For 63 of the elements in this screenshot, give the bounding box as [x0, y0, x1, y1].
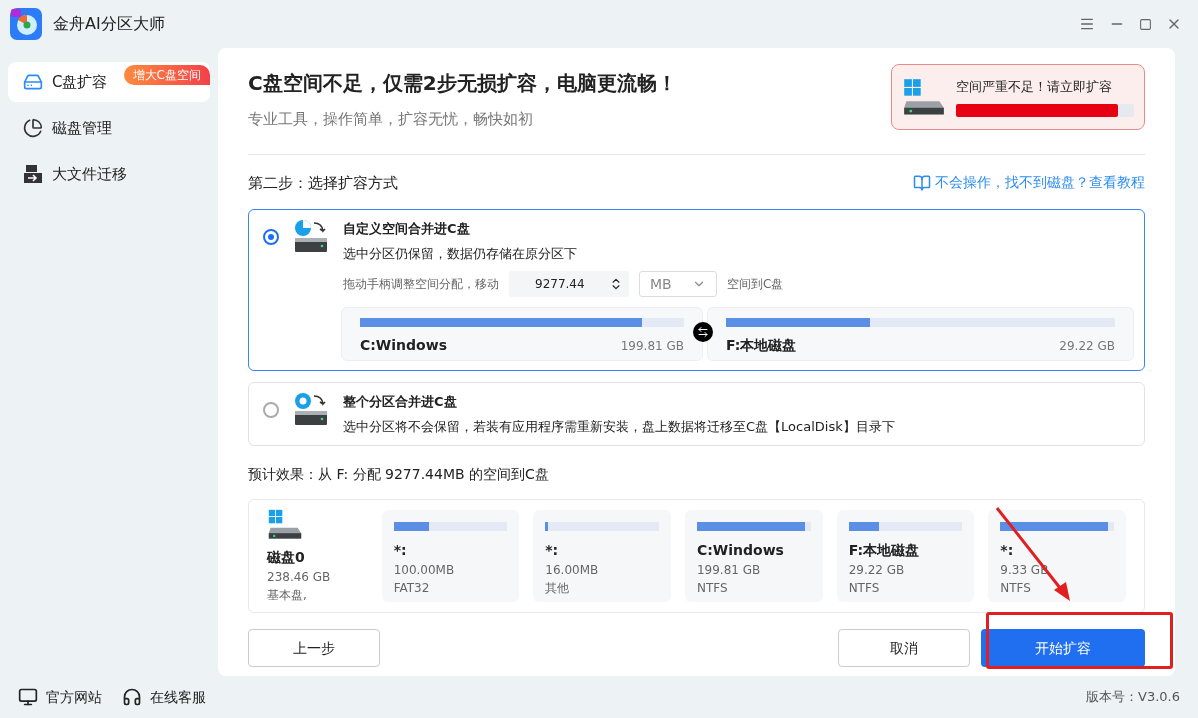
page-title: C盘空间不足，仅需2步无损扩容，电脑更流畅！ [248, 70, 677, 97]
file-system: NTFS [1000, 580, 1032, 597]
radio-button[interactable] [263, 229, 279, 245]
app-title: 金舟AI分区大师 [53, 13, 165, 35]
option-title: 自定义空间合并进C盘 [343, 220, 471, 238]
radio-button[interactable] [263, 402, 279, 418]
tutorial-link[interactable]: 不会操作，找不到磁盘？查看教程 [913, 172, 1145, 194]
disk-size: 238.46 GB [267, 568, 332, 586]
page-subtitle: 专业工具，操作简单，扩容无忧，畅快如初 [248, 109, 534, 130]
partition-name: F:本地磁盘 [726, 336, 797, 355]
headset-icon [122, 687, 142, 707]
partition-name: *: [393, 541, 408, 560]
file-system: NTFS [848, 580, 881, 597]
partition-size: 29.22 GB [1059, 338, 1115, 355]
footer-link[interactable]: 在线客服 [122, 686, 206, 708]
cancel-button[interactable]: 取消 [838, 629, 970, 667]
option-description: 选中分区将不会保留，若装有应用程序需重新安装，盘上数据将迁移至C盘【LocalDisk】目录下 [343, 417, 896, 436]
sidebar-item[interactable]: 磁盘管理 [8, 108, 210, 148]
menu-icon[interactable] [1079, 16, 1095, 32]
monitor-icon [18, 687, 38, 707]
amount-field[interactable]: 9277.44 [509, 271, 629, 297]
option-card[interactable]: 整个分区合并进C盘 选中分区将不会保留，若装有应用程序需重新安装，盘上数据将迁移至C盘【LocalDisk】目录下 [248, 382, 1145, 446]
option-card[interactable]: 自定义空间合并进C盘 选中分区仍保留，数据仍存储在原分区下 拖动手柄调整空间分配，移动 9277.44 MB 空间到C盘 C:Windows 199.81 GB F:本地磁盘 29.22 GB [248, 209, 1145, 371]
sidebar-item[interactable]: C盘扩容 增大C盘空间 [8, 62, 210, 102]
promo-badge: 增大C盘空间 [123, 65, 210, 85]
option-description: 选中分区仍保留，数据仍存储在原分区下 [343, 244, 578, 263]
partition-size: 29.22 GB [848, 562, 906, 579]
move-suffix: 空间到C盘 [727, 276, 784, 293]
pie-chart-icon [23, 118, 43, 138]
drive-icon [23, 72, 43, 92]
partition-size: 100.00MB [393, 562, 456, 579]
partition-size: 199.81 GB [620, 338, 684, 355]
app-logo [10, 8, 42, 40]
partition-merge-icon [293, 392, 329, 426]
version-label: 版本号：V3.0.6 [1086, 688, 1180, 707]
maximize-icon[interactable] [1139, 17, 1152, 31]
partition-merge-icon [293, 219, 329, 253]
file-system: 其他 [545, 580, 571, 597]
alert-text: 空间严重不足！请立即扩容 [956, 78, 1113, 97]
move-label: 拖动手柄调整空间分配，移动 [343, 276, 499, 293]
start-button[interactable]: 开始扩容 [981, 629, 1145, 667]
sidebar-item[interactable]: 大文件迁移 [8, 154, 210, 194]
partition-name: C:Windows [696, 541, 785, 560]
book-icon [913, 173, 931, 192]
disk-icon [267, 508, 303, 541]
option-title: 整个分区合并进C盘 [343, 393, 458, 411]
file-move-icon [23, 164, 43, 184]
file-system: FAT32 [393, 580, 431, 597]
disk-name: 磁盘0 [267, 547, 306, 567]
back-button[interactable]: 上一步 [248, 629, 380, 667]
disk-type: 基本盘, [267, 586, 308, 604]
partition-name: C:Windows [360, 336, 447, 355]
step-label: 第二步：选择扩容方式 [248, 172, 398, 194]
unit-dropdown[interactable]: MB [639, 271, 717, 297]
partition-name: *: [545, 541, 560, 560]
partition-size: 16.00MB [545, 562, 600, 579]
disk-icon [902, 77, 946, 117]
file-system: NTFS [696, 580, 729, 597]
partition-name: *: [1000, 541, 1015, 560]
partition-size: 199.81 GB [696, 562, 762, 579]
footer-link[interactable]: 官方网站 [18, 686, 102, 708]
preview-label: 预计效果：从 F: 分配 9277.44MB 的空间到C盘 [248, 465, 550, 484]
partition-name: F:本地磁盘 [848, 541, 921, 560]
